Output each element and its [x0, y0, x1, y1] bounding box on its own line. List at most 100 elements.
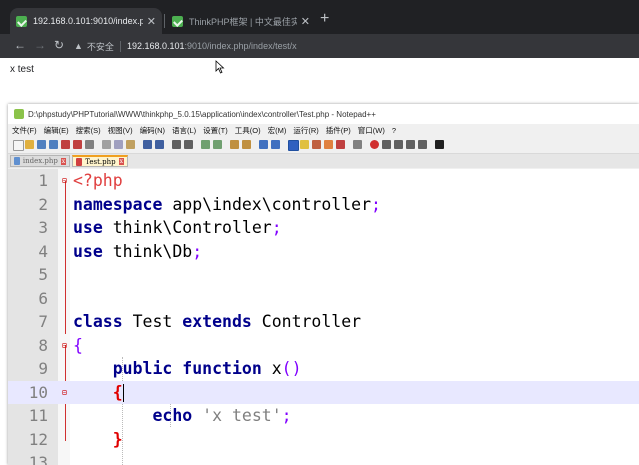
fold-toggle-icon[interactable]: ⊟	[62, 169, 67, 193]
line-number: 2	[38, 194, 48, 214]
save-icon[interactable]	[37, 140, 46, 149]
keyword: extends	[182, 312, 252, 331]
menu-run[interactable]: 运行(R)	[293, 125, 318, 136]
menu-macro[interactable]: 宏(M)	[268, 125, 287, 136]
thinkphp-favicon-icon	[16, 15, 27, 27]
notepad-app-icon	[14, 109, 24, 119]
menu-search[interactable]: 搜索(S)	[76, 125, 101, 136]
stop-macro-icon[interactable]	[382, 140, 391, 149]
zoom-out-icon[interactable]	[213, 140, 222, 149]
tab-separator	[164, 14, 165, 28]
identifier: app\index\controller	[162, 194, 372, 214]
play-macro-icon[interactable]	[394, 140, 403, 149]
notepad-title-bar: D:\phpstudy\PHPTutorial\WWW\thinkphp_5.0…	[8, 104, 639, 124]
identifier: think\Db	[102, 241, 193, 261]
close-tab-icon[interactable]: ✕	[147, 15, 156, 28]
close-file-icon[interactable]	[61, 140, 70, 149]
replace-icon[interactable]	[184, 140, 193, 149]
php-open-tag: <?php	[73, 171, 123, 190]
line-number: 5	[38, 265, 48, 284]
find-icon[interactable]	[172, 140, 181, 149]
sync-vertical-icon[interactable]	[230, 140, 239, 149]
copy-icon[interactable]	[114, 140, 123, 149]
notepad-menu-bar: 文件(F) 编辑(E) 搜索(S) 视图(V) 编码(N) 语言(L) 设置(T…	[8, 124, 639, 137]
code-line: 13	[8, 451, 639, 465]
close-tab-icon[interactable]: x	[118, 158, 124, 165]
console-icon[interactable]	[435, 140, 444, 149]
redo-icon[interactable]	[155, 140, 164, 149]
address-bar[interactable]: ▲ 不安全 192.168.0.101 :9010/index.php/inde…	[74, 37, 639, 55]
paste-icon[interactable]	[126, 140, 135, 149]
menu-language[interactable]: 语言(L)	[172, 125, 196, 136]
print-icon[interactable]	[85, 140, 94, 149]
line-number: 1	[38, 171, 48, 190]
folder-workspace-icon[interactable]	[324, 140, 333, 149]
cut-icon[interactable]	[102, 140, 111, 149]
menu-file[interactable]: 文件(F)	[12, 125, 37, 136]
line-number: 10	[28, 382, 48, 402]
menu-edit[interactable]: 编辑(E)	[44, 125, 69, 136]
parent-class: Controller	[251, 312, 362, 331]
save-macro-icon[interactable]	[418, 140, 427, 149]
close-tab-icon[interactable]: ✕	[301, 15, 310, 28]
browser-tab-active[interactable]: 192.168.0.101:9010/index.php ✕	[10, 8, 162, 34]
zoom-in-icon[interactable]	[201, 140, 210, 149]
menu-encoding[interactable]: 编码(N)	[140, 125, 165, 136]
keyword: function	[182, 359, 262, 378]
warning-icon[interactable]: ▲	[74, 41, 83, 51]
record-macro-icon[interactable]	[370, 140, 379, 149]
url-host: 192.168.0.101	[126, 41, 185, 51]
open-file-icon[interactable]	[25, 140, 34, 149]
word-wrap-icon[interactable]	[259, 140, 268, 149]
line-number: 8	[38, 335, 48, 355]
keyword: use	[73, 218, 103, 237]
url-path: :9010/index.php/index/test/x	[184, 41, 297, 51]
eye-icon[interactable]	[353, 140, 362, 149]
save-all-icon[interactable]	[49, 140, 58, 149]
code-line: 12 }	[8, 428, 639, 452]
back-arrow-icon[interactable]: ←	[14, 38, 26, 52]
file-tab-test-php[interactable]: Test.php x	[72, 155, 128, 167]
forward-arrow-icon[interactable]: →	[34, 38, 46, 52]
semicolon: ;	[281, 406, 292, 425]
show-all-chars-icon[interactable]	[271, 140, 280, 149]
menu-settings[interactable]: 设置(T)	[203, 125, 228, 136]
semicolon: ;	[271, 218, 282, 237]
file-icon	[14, 157, 20, 165]
keyword: class	[73, 312, 123, 331]
keyword: echo	[152, 406, 193, 425]
line-number: 4	[38, 241, 48, 261]
close-all-icon[interactable]	[73, 140, 82, 149]
indent-guide-icon[interactable]	[288, 140, 299, 151]
menu-window[interactable]: 窗口(W)	[358, 125, 385, 136]
function-list-icon[interactable]	[312, 140, 321, 149]
menu-help[interactable]: ?	[392, 126, 396, 135]
line-number: 3	[38, 218, 48, 237]
menu-view[interactable]: 视图(V)	[108, 125, 133, 136]
reload-icon[interactable]: ↻	[54, 38, 64, 52]
code-editor[interactable]: 1 ⊟ <?php 2 namespace app\index\controll…	[8, 169, 639, 465]
sync-horizontal-icon[interactable]	[242, 140, 251, 149]
code-line: 4 use think\Db;	[8, 240, 639, 264]
fold-toggle-icon[interactable]: ⊟	[62, 334, 67, 358]
security-label[interactable]: 不安全	[87, 40, 114, 53]
run-macro-multiple-icon[interactable]	[406, 140, 415, 149]
menu-plugins[interactable]: 插件(P)	[326, 125, 351, 136]
undo-icon[interactable]	[143, 140, 152, 149]
doc-map-icon[interactable]	[300, 140, 309, 149]
file-modified-icon	[76, 157, 83, 166]
line-number: 9	[38, 359, 48, 378]
monitoring-icon[interactable]	[336, 140, 345, 149]
brace-match: }	[112, 429, 123, 449]
code-line-current: 10 ⊟ {	[8, 380, 639, 405]
file-tab-index-php[interactable]: index.php x	[10, 155, 70, 167]
close-tab-icon[interactable]: x	[60, 157, 66, 165]
menu-tools[interactable]: 工具(O)	[235, 125, 261, 136]
new-tab-button[interactable]: +	[320, 10, 329, 28]
code-line: 11 echo 'x test';	[8, 404, 639, 428]
fold-toggle-icon[interactable]: ⊟	[62, 381, 67, 405]
text-caret	[122, 384, 124, 402]
browser-tab-thinkphp[interactable]: ThinkPHP框架 | 中文最佳实践PH ✕	[166, 8, 316, 34]
new-file-icon[interactable]	[13, 140, 24, 151]
browser-toolbar: ← → ↻ ▲ 不安全 192.168.0.101 :9010/index.ph…	[0, 34, 639, 58]
